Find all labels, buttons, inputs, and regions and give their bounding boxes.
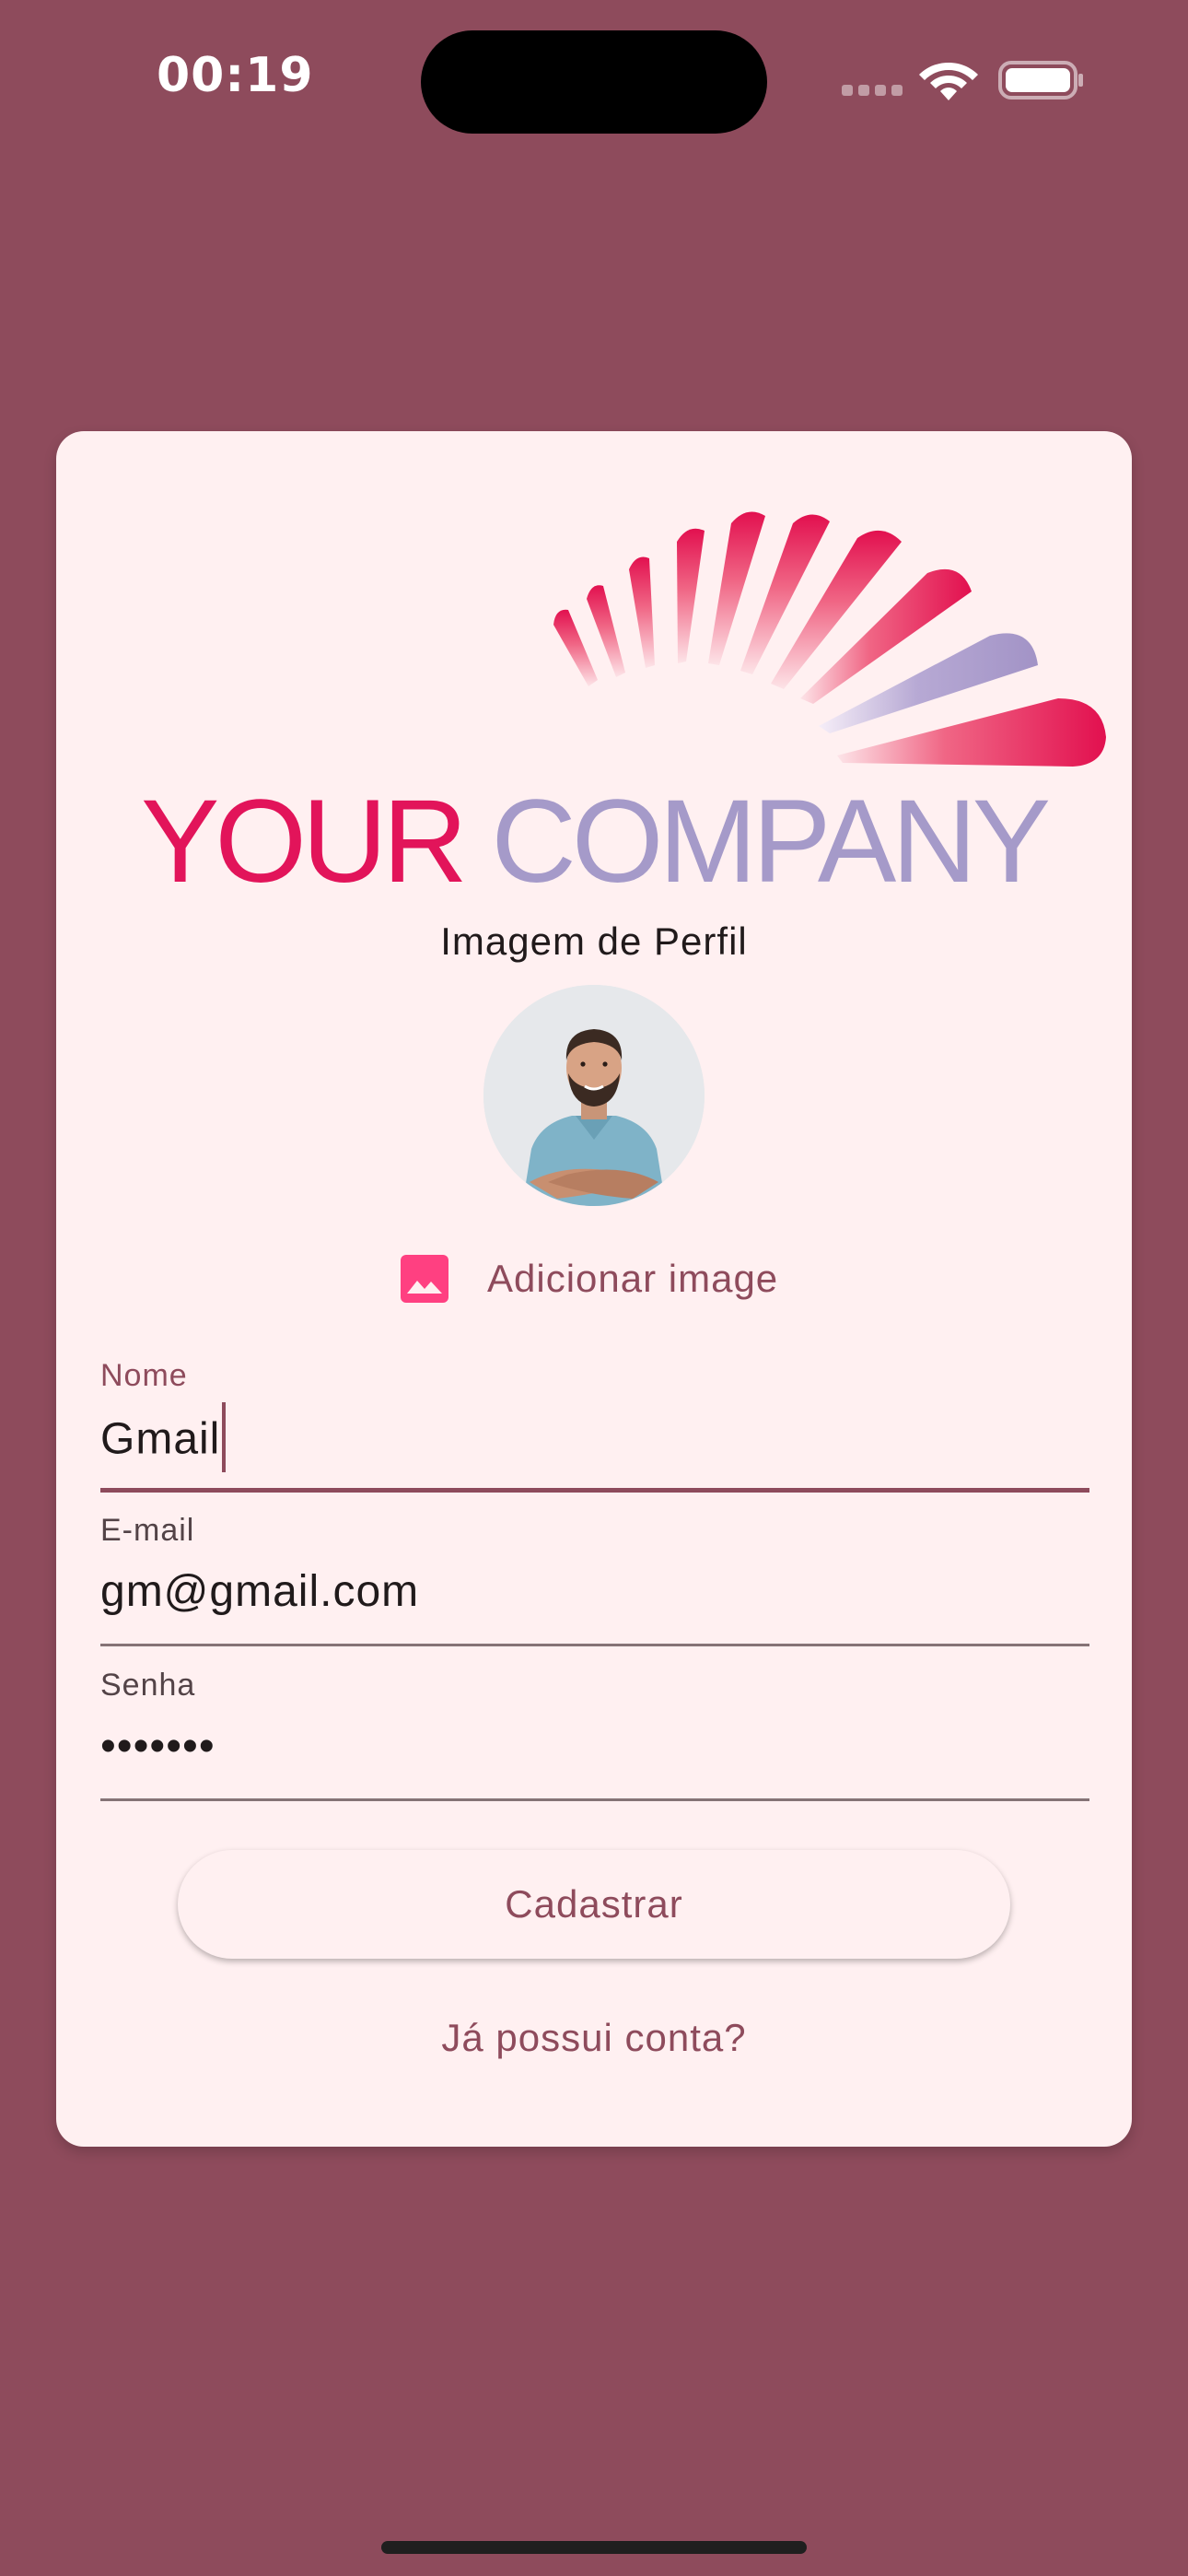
dynamic-island [421,30,767,134]
email-field-value[interactable]: gm@gmail.com [100,1566,419,1617]
profile-avatar[interactable] [483,985,705,1206]
image-icon [401,1255,448,1303]
company-logo-text: YOUR COMPANY [141,783,1051,901]
home-indicator[interactable] [381,2541,807,2554]
name-field-underline [100,1488,1089,1493]
add-image-button[interactable]: Adicionar image [399,1242,778,1316]
password-field-value[interactable]: ••••••• [100,1721,215,1772]
name-field-value[interactable]: Gmail [100,1402,227,1472]
password-field[interactable]: Senha ••••••• [100,1668,1089,1806]
email-field-label: E-mail [100,1513,195,1548]
email-field[interactable]: E-mail gm@gmail.com [100,1513,1089,1651]
register-card: YOUR COMPANY Imagem de Perfil Adicionar … [56,431,1132,2147]
name-input-text: Gmail [100,1414,221,1464]
password-field-underline [100,1798,1089,1801]
profile-image-label: Imagem de Perfil [440,919,748,963]
wifi-icon [919,63,978,100]
logo-word-your: YOUR [141,776,468,907]
logo-word-company: COMPANY [491,776,1051,907]
password-field-label: Senha [100,1668,196,1703]
status-time: 00:19 [157,48,314,103]
text-cursor [222,1402,227,1472]
company-logo: YOUR COMPANY [100,470,1113,940]
name-field[interactable]: Nome Gmail [100,1358,1089,1496]
add-image-label: Adicionar image [487,1257,779,1300]
email-field-underline [100,1644,1089,1646]
battery-icon [998,61,1083,100]
name-field-label: Nome [100,1358,188,1393]
cellular-signal-icon [842,85,903,96]
login-link[interactable]: Já possui conta? [56,2016,1132,2060]
register-button[interactable]: Cadastrar [178,1850,1010,1959]
